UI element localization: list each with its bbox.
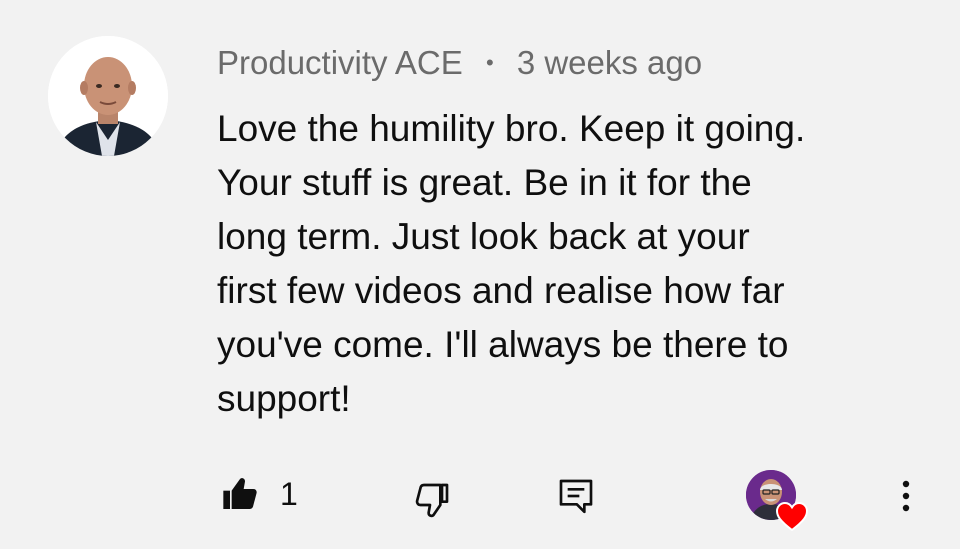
thumbs-down-outline-icon (415, 483, 449, 518)
like-count: 1 (280, 476, 298, 512)
comment-header: Productivity ACE • 3 weeks ago (217, 42, 702, 84)
author-name[interactable]: Productivity ACE (217, 44, 463, 81)
like-button[interactable] (218, 472, 262, 516)
comment-actions: 1 (0, 466, 960, 532)
comment-card: Productivity ACE • 3 weeks ago Love the … (0, 0, 960, 549)
more-options-button[interactable] (888, 474, 924, 518)
comment-timestamp[interactable]: 3 weeks ago (517, 44, 702, 81)
meta-separator: • (485, 50, 494, 75)
reply-button[interactable] (554, 474, 598, 518)
creator-heart-icon (775, 501, 809, 532)
thumbs-up-filled-icon (223, 478, 257, 509)
author-photo-icon (48, 36, 168, 156)
comment-text: Love the humility bro. Keep it going. Yo… (217, 108, 806, 419)
creator-heart[interactable] (746, 470, 810, 532)
dislike-button[interactable] (410, 478, 454, 522)
reply-comment-icon (559, 479, 593, 514)
more-vertical-icon (902, 480, 910, 512)
author-avatar[interactable] (48, 36, 168, 156)
